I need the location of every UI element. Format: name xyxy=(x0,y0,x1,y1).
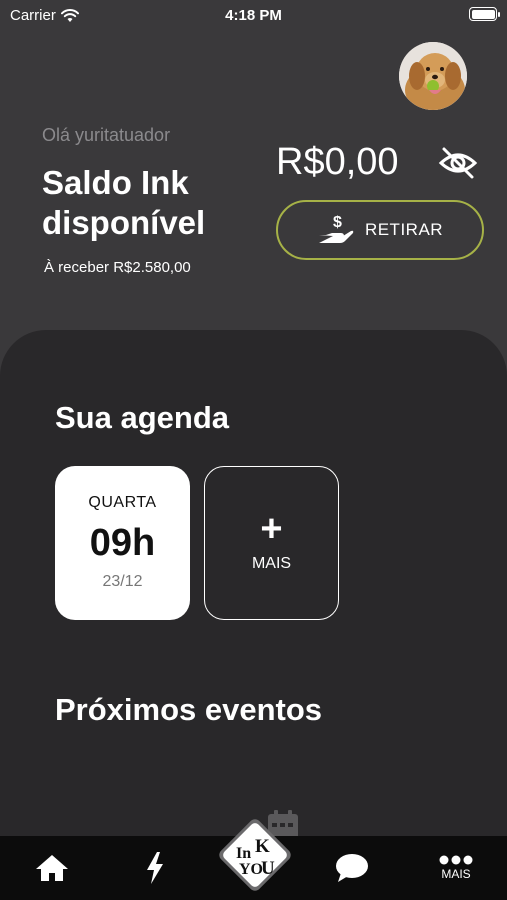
agenda-hour: 09h xyxy=(89,522,156,564)
tab-more[interactable]: MAIS xyxy=(434,836,478,900)
ink-you-logo[interactable]: In K YO U xyxy=(212,812,298,898)
events-title: Próximos eventos xyxy=(55,692,323,727)
agenda-date: 23/12 xyxy=(102,573,143,590)
withdraw-button[interactable]: $ RETIRAR xyxy=(276,200,484,260)
battery-icon xyxy=(469,7,500,21)
more-agenda-button[interactable]: + MAIS xyxy=(204,466,339,620)
balance-amount: R$0,00 xyxy=(276,141,399,183)
logo-text-k: K xyxy=(255,836,270,857)
more-dots-icon xyxy=(439,855,473,865)
tab-chat[interactable] xyxy=(332,836,372,900)
hand-money-icon: $ xyxy=(318,214,354,243)
status-time: 4:18 PM xyxy=(225,7,282,24)
avatar[interactable] xyxy=(399,42,467,110)
plus-icon: + xyxy=(260,508,283,550)
agenda-card[interactable]: QUARTA 09h 23/12 xyxy=(55,466,190,620)
agenda-day: QUARTA xyxy=(88,494,157,511)
tab-activity[interactable] xyxy=(138,836,172,900)
logo-text-u: U xyxy=(261,858,275,879)
tab-home[interactable] xyxy=(32,836,72,900)
to-receive-text: À receber R$2.580,00 xyxy=(44,259,191,276)
agenda-title: Sua agenda xyxy=(55,400,229,435)
logo-text-in: In xyxy=(236,845,251,862)
tab-more-label: MAIS xyxy=(441,867,471,881)
withdraw-label: RETIRAR xyxy=(364,220,444,239)
greeting-text: Olá yuritatuador xyxy=(42,125,171,145)
eye-slash-icon[interactable] xyxy=(438,146,478,180)
home-icon xyxy=(36,855,68,881)
dog-avatar-image xyxy=(399,42,467,110)
chat-bubble-icon xyxy=(336,854,368,882)
balance-title: Saldo Ink disponível xyxy=(42,164,206,241)
more-agenda-label: MAIS xyxy=(251,555,292,572)
status-bar: Carrier 4:18 PM xyxy=(0,0,507,30)
svg-text:$: $ xyxy=(333,214,342,231)
logo-text-yo: YO xyxy=(239,861,263,878)
lightning-icon xyxy=(147,852,163,884)
